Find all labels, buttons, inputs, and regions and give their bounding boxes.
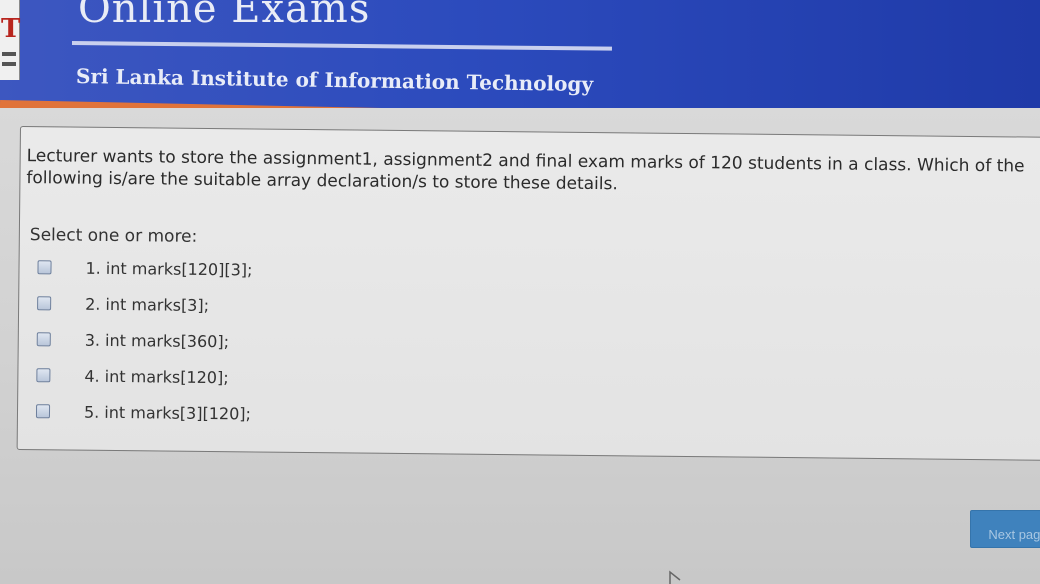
option-label: 3. int marks[360];: [84, 330, 230, 351]
answer-option-2[interactable]: 2. int marks[3];: [37, 291, 209, 317]
answer-option-5[interactable]: 5. int marks[3][120];: [35, 399, 252, 425]
checkbox[interactable]: [35, 404, 51, 419]
logo-letter: T: [1, 14, 21, 44]
checkbox[interactable]: [36, 332, 51, 347]
institute-logo: T: [0, 0, 20, 80]
site-title: Online Exams: [78, 0, 371, 32]
question-card: Lecturer wants to store the assignment1,…: [16, 126, 1040, 461]
next-page-button[interactable]: Next page: [970, 510, 1040, 548]
answer-option-3[interactable]: 3. int marks[360];: [36, 327, 230, 353]
option-label: 4. int marks[120];: [84, 366, 229, 387]
option-label: 2. int marks[3];: [85, 294, 210, 315]
checkbox[interactable]: [37, 260, 52, 275]
answer-option-1[interactable]: 1. int marks[120][3];: [37, 255, 253, 281]
question-text: Lecturer wants to store the assignment1,…: [26, 146, 1025, 195]
checkbox[interactable]: [36, 368, 51, 383]
option-label: 1. int marks[120][3];: [85, 258, 253, 279]
mouse-cursor-icon: [669, 570, 681, 584]
header-divider: [71, 41, 612, 51]
institute-name: Sri Lanka Institute of Information Techn…: [75, 64, 594, 97]
checkbox[interactable]: [37, 296, 52, 311]
answer-option-4[interactable]: 4. int marks[120];: [36, 363, 229, 389]
answer-prompt: Select one or more:: [29, 225, 198, 247]
site-header: T Online Exams Sri Lanka Institute of In…: [0, 0, 1040, 108]
header-accent-bar: [0, 100, 1040, 108]
option-label: 5. int marks[3][120];: [83, 402, 252, 423]
logo-stripe: [2, 62, 16, 66]
logo-stripe: [2, 52, 16, 56]
